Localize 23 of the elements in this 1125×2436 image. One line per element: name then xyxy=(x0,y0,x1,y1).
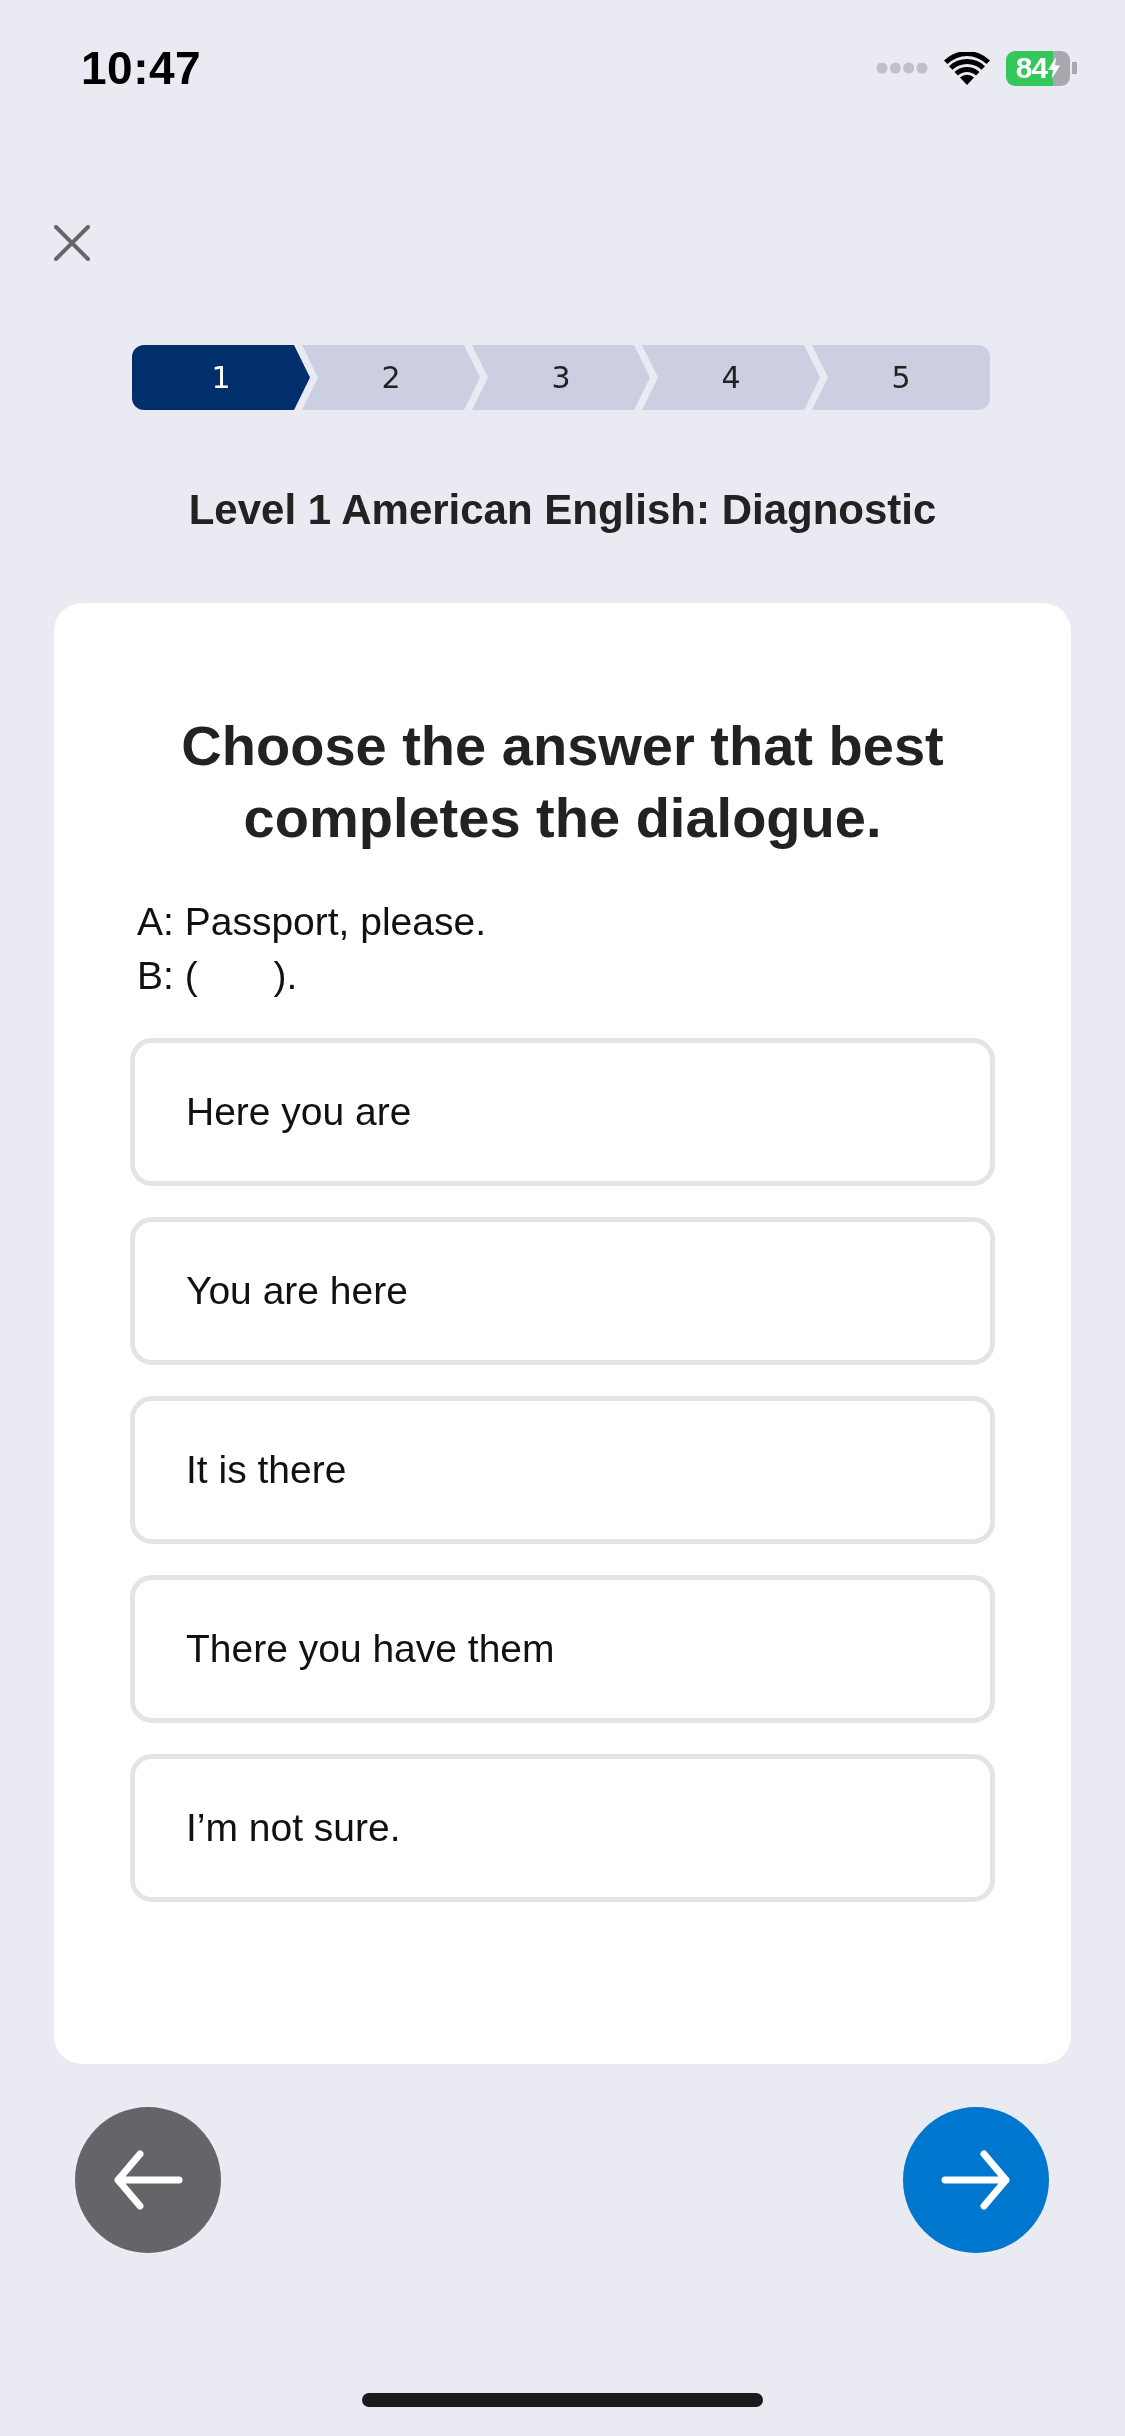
signal-icon xyxy=(876,62,928,74)
answer-option[interactable]: It is there xyxy=(130,1396,995,1544)
status-time: 10:47 xyxy=(81,41,202,95)
close-icon xyxy=(54,225,90,261)
dialogue-line: A: Passport, please. xyxy=(137,899,488,945)
right-arrow-icon xyxy=(941,2150,1011,2210)
progress-step: 1 xyxy=(132,345,310,410)
close-button[interactable] xyxy=(52,223,92,263)
quiz-title: Level 1 American English: Diagnostic xyxy=(187,485,938,535)
progress-step: 5 xyxy=(812,345,990,410)
dialogue-line: B: ( ). xyxy=(137,953,299,999)
left-arrow-icon xyxy=(113,2150,183,2210)
answer-option[interactable]: There you have them xyxy=(130,1575,995,1723)
answer-option[interactable]: Here you are xyxy=(130,1038,995,1186)
progress-step: 4 xyxy=(642,345,820,410)
bolt-icon xyxy=(1048,57,1061,79)
answer-option[interactable]: You are here xyxy=(130,1217,995,1365)
answer-option[interactable]: I’m not sure. xyxy=(130,1754,995,1902)
wifi-icon xyxy=(944,51,990,85)
battery-percentage: 84 xyxy=(1015,53,1048,83)
progress-step: 3 xyxy=(472,345,650,410)
question-prompt: Choose the answer that best completes the dialogue. xyxy=(180,713,945,851)
progress-step: 2 xyxy=(302,345,480,410)
